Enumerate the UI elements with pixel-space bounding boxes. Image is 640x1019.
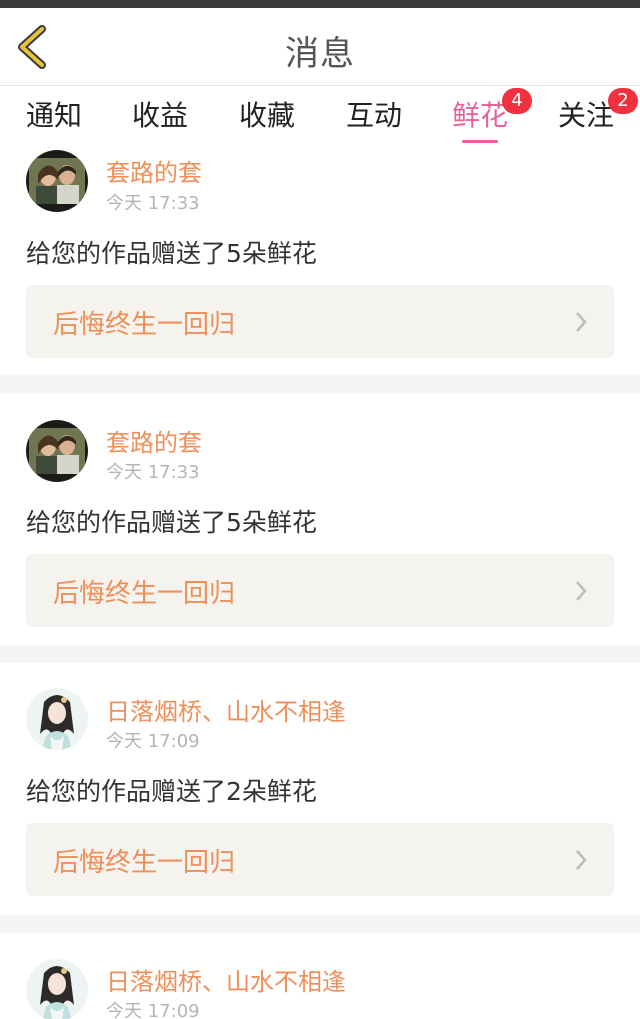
user-avatar[interactable] — [26, 150, 88, 212]
work-title: 后悔终生一回归 — [53, 579, 236, 609]
header: 消息 — [0, 8, 640, 86]
tab-underline — [462, 140, 498, 143]
chevron-right-icon — [576, 312, 587, 332]
message-card: 套路的套 今天 17:33 给您的作品赠送了5朵鲜花 后悔终生一回归 — [0, 393, 640, 645]
tab-following[interactable]: 关注 2 — [546, 88, 638, 142]
tab-label: 鲜花 — [451, 99, 508, 132]
status-bar — [0, 0, 640, 8]
couple-photo-avatar-icon — [26, 150, 88, 212]
username[interactable]: 套路的套 — [106, 153, 202, 188]
user-avatar[interactable] — [26, 420, 88, 482]
chevron-right-icon — [576, 581, 587, 601]
tab-flowers[interactable]: 鲜花 4 — [440, 88, 532, 143]
tab-interactions[interactable]: 互动 — [334, 96, 414, 142]
user-avatar[interactable] — [26, 959, 88, 1019]
message-feed[interactable]: 套路的套 今天 17:33 给您的作品赠送了5朵鲜花 后悔终生一回归 套路的套 — [0, 148, 640, 1019]
timestamp: 今天 17:09 — [106, 731, 200, 752]
message-text: 给您的作品赠送了5朵鲜花 — [26, 239, 317, 268]
tab-label: 关注 — [557, 99, 614, 132]
timestamp: 今天 17:09 — [106, 1001, 200, 1019]
timestamp: 今天 17:33 — [106, 193, 200, 214]
work-link[interactable]: 后悔终生一回归 — [26, 823, 614, 896]
message-text: 给您的作品赠送了2朵鲜花 — [26, 777, 317, 806]
chevron-right-icon — [576, 850, 587, 870]
page-title: 消息 — [285, 34, 355, 74]
unread-badge: 4 — [502, 88, 532, 114]
tab-earnings[interactable]: 收益 — [120, 96, 200, 142]
tab-label: 通知 — [25, 99, 82, 132]
tab-label: 收益 — [131, 99, 188, 132]
message-card: 套路的套 今天 17:33 给您的作品赠送了5朵鲜花 后悔终生一回归 — [0, 148, 640, 375]
work-link[interactable]: 后悔终生一回归 — [26, 554, 614, 627]
anime-girl-avatar-icon — [26, 688, 88, 750]
username[interactable]: 日落烟桥、山水不相逢 — [106, 692, 346, 727]
anime-girl-avatar-icon — [26, 959, 88, 1019]
message-text: 给您的作品赠送了5朵鲜花 — [26, 508, 317, 537]
username[interactable]: 日落烟桥、山水不相逢 — [106, 962, 346, 997]
tab-bar: 通知 收益 收藏 互动 鲜花 4 关注 2 — [0, 86, 640, 148]
tab-label: 收藏 — [238, 99, 295, 132]
work-title: 后悔终生一回归 — [53, 310, 236, 340]
username[interactable]: 套路的套 — [106, 423, 202, 458]
couple-photo-avatar-icon — [26, 420, 88, 482]
tab-label: 互动 — [345, 99, 402, 132]
unread-badge: 2 — [608, 88, 638, 114]
message-card: 日落烟桥、山水不相逢 今天 17:09 给您的作品赠送了2朵鲜花 后悔终生一回归 — [0, 663, 640, 915]
tab-notifications[interactable]: 通知 — [14, 96, 94, 142]
work-link[interactable]: 后悔终生一回归 — [26, 285, 614, 358]
user-avatar[interactable] — [26, 688, 88, 750]
timestamp: 今天 17:33 — [106, 462, 200, 483]
tab-favorites[interactable]: 收藏 — [227, 96, 307, 142]
work-title: 后悔终生一回归 — [53, 848, 236, 878]
message-card: 日落烟桥、山水不相逢 今天 17:09 — [0, 933, 640, 1019]
